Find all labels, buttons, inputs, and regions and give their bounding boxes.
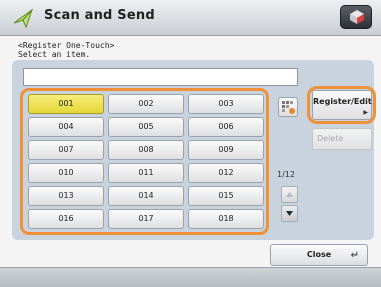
register-edit-label: Register/Edit (313, 97, 372, 106)
page-indicator: 1/12 (277, 170, 295, 179)
instruction-heading: <Register One-Touch> (18, 41, 115, 50)
footer-bar (0, 267, 381, 287)
return-icon: ↵ (350, 250, 359, 261)
scroll-down-button[interactable] (281, 205, 298, 222)
cube-icon (350, 10, 364, 24)
chevron-right-icon: ▶ (363, 109, 368, 116)
one-touch-button-008[interactable]: 008 (108, 140, 184, 160)
status-monitor-button[interactable] (340, 5, 372, 29)
screen: Scan and Send <Register One-Touch> Selec… (0, 0, 381, 287)
app-title: Scan and Send (44, 8, 155, 23)
name-display-field[interactable] (23, 68, 298, 86)
title-bar: Scan and Send (0, 0, 381, 36)
one-touch-button-007[interactable]: 007 (28, 140, 104, 160)
one-touch-button-005[interactable]: 005 (108, 117, 184, 137)
one-touch-button-002[interactable]: 002 (108, 94, 184, 114)
arrow-up-icon (286, 192, 293, 197)
scroll-up-button[interactable] (281, 186, 298, 203)
one-touch-button-017[interactable]: 017 (108, 209, 184, 229)
close-button[interactable]: Close ↵ (270, 244, 368, 266)
one-touch-button-009[interactable]: 009 (188, 140, 264, 160)
arrow-down-icon (286, 211, 293, 216)
one-touch-button-010[interactable]: 010 (28, 163, 104, 183)
one-touch-button-004[interactable]: 004 (28, 117, 104, 137)
one-touch-button-015[interactable]: 015 (188, 186, 264, 206)
one-touch-button-003[interactable]: 003 (188, 94, 264, 114)
instruction-text: <Register One-Touch> Select an item. (18, 41, 114, 59)
one-touch-button-016[interactable]: 016 (28, 209, 104, 229)
one-touch-button-006[interactable]: 006 (188, 117, 264, 137)
one-touch-button-013[interactable]: 013 (28, 186, 104, 206)
one-touch-button-001[interactable]: 001 (28, 94, 104, 114)
delete-button[interactable]: Delete (312, 128, 372, 150)
sort-grid-icon (282, 101, 295, 114)
one-touch-button-012[interactable]: 012 (188, 163, 264, 183)
register-edit-button[interactable]: Register/Edit ▶ (312, 90, 372, 120)
scan-send-icon (13, 8, 34, 29)
close-label: Close (306, 250, 332, 259)
one-touch-button-018[interactable]: 018 (188, 209, 264, 229)
one-touch-button-011[interactable]: 011 (108, 163, 184, 183)
sort-button[interactable] (278, 97, 298, 117)
one-touch-button-014[interactable]: 014 (108, 186, 184, 206)
instruction-body: Select an item. (18, 50, 91, 59)
